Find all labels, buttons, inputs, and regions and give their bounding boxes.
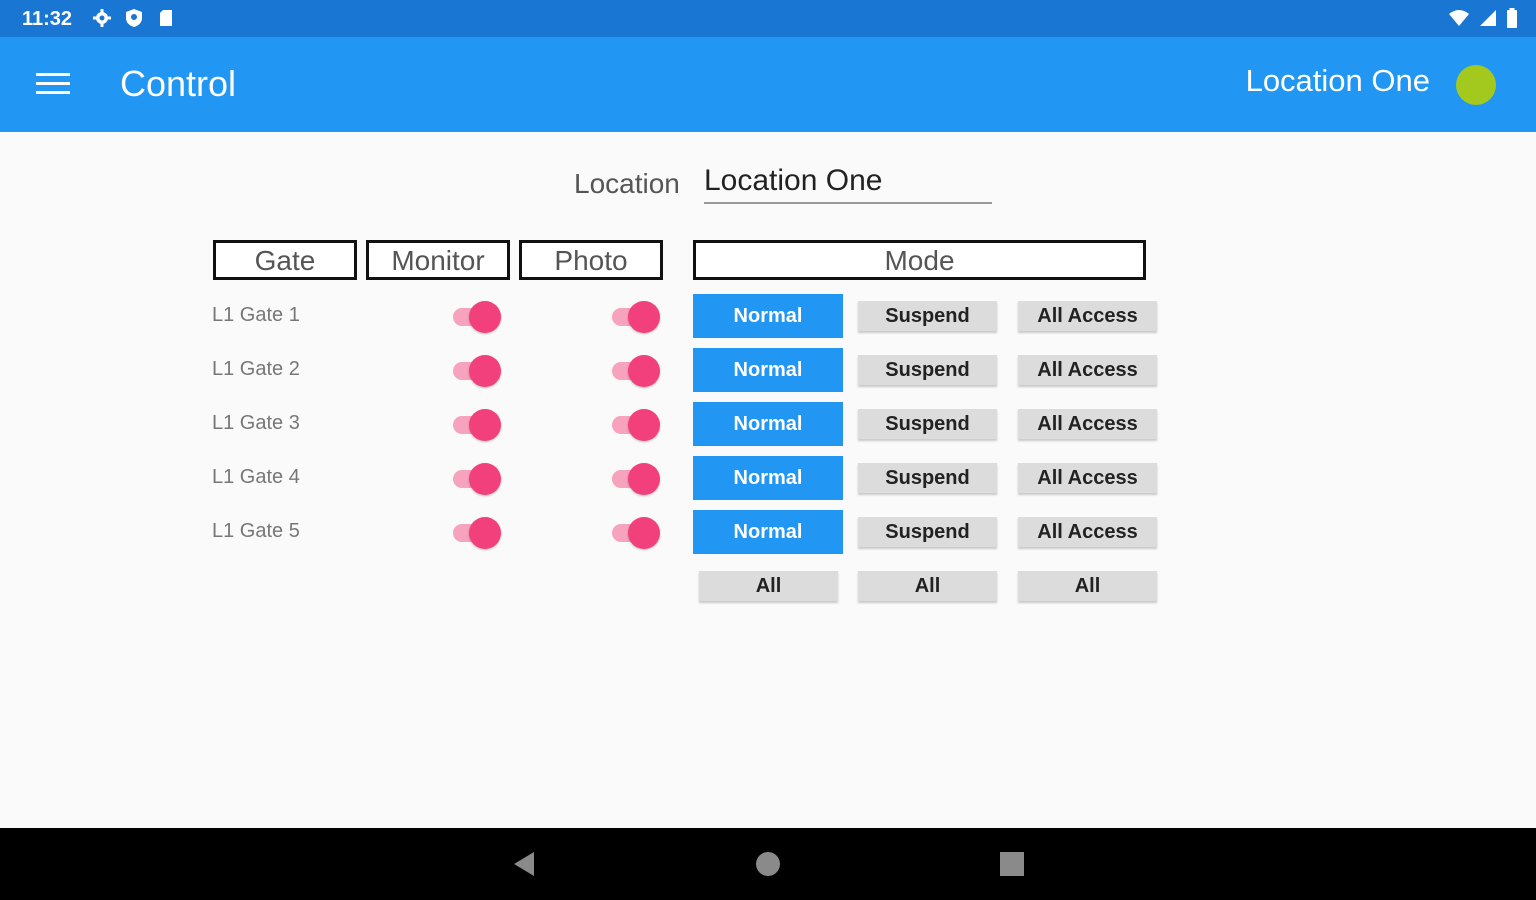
- all-access-mode-button[interactable]: All Access: [1018, 517, 1157, 547]
- app-bar: Control Location One: [0, 37, 1536, 132]
- navigation-bar: [0, 828, 1536, 900]
- monitor-toggle[interactable]: [453, 406, 501, 442]
- gate-row: L1 Gate 5 Normal Suspend All Access: [0, 510, 1536, 570]
- all-access-mode-button[interactable]: All Access: [1018, 301, 1157, 331]
- all-access-button[interactable]: All: [1018, 571, 1157, 601]
- wifi-icon: [1449, 10, 1469, 26]
- gate-row: L1 Gate 4 Normal Suspend All Access: [0, 456, 1536, 516]
- status-bar: 11:32: [0, 0, 1536, 37]
- all-access-mode-button[interactable]: All Access: [1018, 409, 1157, 439]
- normal-mode-button[interactable]: Normal: [693, 510, 843, 554]
- suspend-mode-button[interactable]: Suspend: [858, 355, 997, 385]
- monitor-toggle[interactable]: [453, 298, 501, 334]
- normal-mode-button[interactable]: Normal: [693, 348, 843, 392]
- photo-toggle[interactable]: [612, 460, 660, 496]
- monitor-header: Monitor: [366, 240, 510, 280]
- suspend-mode-button[interactable]: Suspend: [858, 301, 997, 331]
- gate-row: L1 Gate 1 Normal Suspend All Access: [0, 294, 1536, 354]
- sd-card-icon: [160, 10, 172, 26]
- status-time: 11:32: [22, 8, 73, 30]
- connection-status-dot: [1456, 65, 1496, 105]
- normal-mode-button[interactable]: Normal: [693, 402, 843, 446]
- current-location-label: Location One: [1245, 63, 1430, 98]
- normal-mode-button[interactable]: Normal: [693, 456, 843, 500]
- all-access-mode-button[interactable]: All Access: [1018, 355, 1157, 385]
- gate-name: L1 Gate 5: [212, 520, 300, 542]
- gate-name: L1 Gate 3: [212, 412, 300, 434]
- hamburger-menu-icon[interactable]: [36, 73, 70, 97]
- gate-name: L1 Gate 4: [212, 466, 300, 488]
- all-normal-button[interactable]: All: [699, 571, 838, 601]
- photo-toggle[interactable]: [612, 352, 660, 388]
- gate-row: L1 Gate 2 Normal Suspend All Access: [0, 348, 1536, 408]
- page-title: Control: [120, 63, 237, 104]
- gate-name: L1 Gate 1: [212, 304, 300, 326]
- normal-mode-button[interactable]: Normal: [693, 294, 843, 338]
- monitor-toggle[interactable]: [453, 514, 501, 550]
- photo-header: Photo: [519, 240, 663, 280]
- all-access-mode-button[interactable]: All Access: [1018, 463, 1157, 493]
- signal-icon: [1480, 10, 1496, 26]
- home-icon[interactable]: [754, 850, 782, 878]
- suspend-mode-button[interactable]: Suspend: [858, 463, 997, 493]
- location-field[interactable]: [704, 160, 992, 204]
- all-suspend-button[interactable]: All: [858, 571, 997, 601]
- monitor-toggle[interactable]: [453, 460, 501, 496]
- location-row: Location: [0, 160, 1536, 210]
- location-label: Location: [574, 168, 680, 199]
- recents-icon[interactable]: [998, 850, 1026, 878]
- monitor-toggle[interactable]: [453, 352, 501, 388]
- back-icon[interactable]: [510, 850, 538, 878]
- mode-header: Mode: [693, 240, 1146, 280]
- battery-icon: [1507, 8, 1517, 28]
- gate-row: L1 Gate 3 Normal Suspend All Access: [0, 402, 1536, 462]
- photo-toggle[interactable]: [612, 298, 660, 334]
- suspend-mode-button[interactable]: Suspend: [858, 409, 997, 439]
- photo-toggle[interactable]: [612, 406, 660, 442]
- photo-toggle[interactable]: [612, 514, 660, 550]
- shield-icon: [126, 9, 142, 27]
- suspend-mode-button[interactable]: Suspend: [858, 517, 997, 547]
- gate-name: L1 Gate 2: [212, 358, 300, 380]
- gate-header: Gate: [213, 240, 357, 280]
- settings-icon: [93, 9, 111, 27]
